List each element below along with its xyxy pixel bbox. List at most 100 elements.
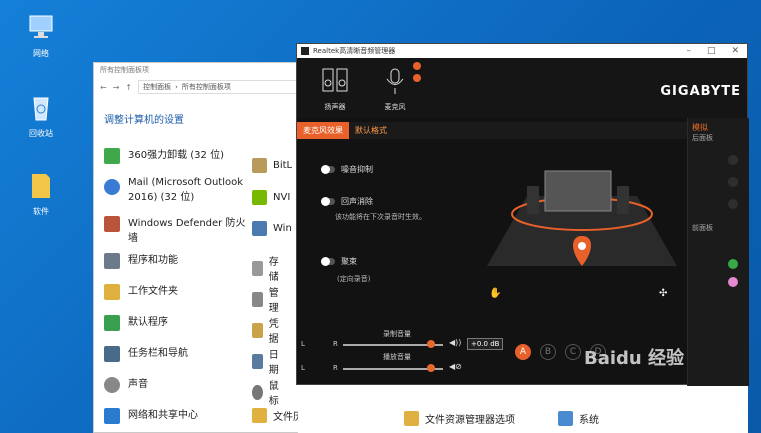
- breadcrumb-item[interactable]: 控制面板: [143, 82, 171, 92]
- network-icon: [29, 15, 53, 38]
- control-panel-item[interactable]: 日期: [252, 346, 283, 376]
- option-label: 噪音抑制: [341, 165, 373, 174]
- minimize-icon[interactable]: –: [686, 46, 691, 56]
- item-label: 程序和功能: [128, 255, 178, 266]
- navigation-bar: ← → ↑ 控制面板 › 所有控制面板项: [94, 77, 312, 97]
- preset-c-button[interactable]: C: [565, 344, 581, 360]
- item-label: 网络和共享中心: [128, 410, 198, 421]
- item-label: 存储: [268, 257, 279, 283]
- microphone-icon: [386, 68, 404, 94]
- folder-icon: [32, 174, 50, 198]
- room-illustration: [487, 170, 677, 266]
- control-panel-item[interactable]: 鼠标: [252, 377, 283, 407]
- system-icon: [558, 410, 573, 426]
- close-icon[interactable]: ✕: [731, 46, 739, 56]
- toggle-switch[interactable]: [321, 165, 335, 174]
- preset-a-button[interactable]: A: [515, 344, 531, 360]
- maximize-icon[interactable]: □: [707, 46, 716, 56]
- item-label: 管理: [268, 288, 279, 314]
- default-programs-icon: [104, 315, 120, 331]
- mute-icon[interactable]: ◀⊘: [449, 362, 462, 371]
- uninstall-icon: [104, 148, 120, 164]
- toggle-switch[interactable]: [321, 197, 335, 206]
- page-title: 调整计算机的设置: [104, 115, 184, 126]
- slider-knob[interactable]: [427, 364, 435, 372]
- item-label: 任务栏和导航: [128, 348, 188, 359]
- jack-icon[interactable]: [728, 177, 738, 187]
- bitlocker-icon: [252, 158, 267, 173]
- desktop-icon-label: 网络: [33, 49, 49, 58]
- item-label: 默认程序: [128, 317, 168, 328]
- forward-arrow-icon[interactable]: →: [113, 83, 120, 92]
- desktop-icon-network[interactable]: 网络: [18, 12, 64, 59]
- record-volume-label: 录制音量: [383, 330, 411, 338]
- toggle-switch[interactable]: [321, 257, 335, 266]
- item-label: 360强力卸载 (32 位): [128, 150, 224, 161]
- db-display: +0.0 dB: [467, 338, 504, 350]
- control-panel-item[interactable]: 存储: [252, 253, 283, 283]
- jack-pink-icon[interactable]: [728, 277, 738, 287]
- control-panel-item[interactable]: Win: [252, 221, 292, 236]
- desktop-icon-software[interactable]: 软件: [18, 170, 64, 217]
- item-label: 文件资源管理器选项: [425, 414, 515, 426]
- item-label: Win: [273, 223, 292, 234]
- admin-tools-icon: [252, 291, 263, 307]
- beamforming-option[interactable]: 聚束: [321, 256, 357, 267]
- preset-b-button[interactable]: B: [540, 344, 556, 360]
- front-panel-label: 前面板: [692, 224, 713, 232]
- back-arrow-icon[interactable]: ←: [100, 83, 107, 92]
- right-channel-label: R: [333, 364, 338, 372]
- control-panel-item[interactable]: 管理: [252, 284, 283, 314]
- date-time-icon: [252, 353, 263, 369]
- back-panel-label: 后面板: [692, 134, 713, 142]
- settings-badge-icon[interactable]: [413, 74, 421, 82]
- control-panel-window: 所有控制面板项 ← → ↑ 控制面板 › 所有控制面板项 调整计算机的设置 36…: [93, 62, 362, 433]
- window-titlebar: 所有控制面板项: [94, 63, 312, 77]
- item-label: 声音: [128, 379, 148, 390]
- slider-knob[interactable]: [427, 340, 435, 348]
- tab-bar: 麦克风效果 默认格式: [297, 122, 687, 139]
- item-label: 工作文件夹: [128, 286, 178, 297]
- address-bar[interactable]: 控制面板 › 所有控制面板项: [138, 80, 306, 94]
- jack-green-icon[interactable]: [728, 259, 738, 269]
- option-note: (定向录音): [337, 275, 371, 283]
- speaker-icon: [322, 68, 348, 92]
- device-speaker[interactable]: 扬声器: [315, 66, 355, 112]
- network-sharing-icon: [104, 408, 120, 424]
- window-title: 所有控制面板项: [100, 66, 149, 74]
- noise-suppression-option[interactable]: 噪音抑制: [321, 164, 373, 175]
- device-label: 扬声器: [324, 103, 346, 111]
- window-titlebar: Realtek高清晰音频管理器 – □ ✕: [297, 44, 747, 58]
- device-bar: 扬声器 麦克风 GIGABYTE: [297, 58, 747, 118]
- breadcrumb-item[interactable]: 所有控制面板项: [182, 82, 231, 92]
- control-panel-item[interactable]: NVI: [252, 190, 291, 205]
- left-channel-label: L: [301, 340, 305, 348]
- playback-volume-label: 播放音量: [383, 353, 411, 361]
- watermark-url: jingyan.baidu.com: [606, 402, 680, 411]
- volume-icon[interactable]: ◀)): [449, 338, 461, 347]
- work-folders-icon: [104, 284, 120, 300]
- hands-icon[interactable]: ✋: [489, 288, 501, 299]
- file-history-icon: [252, 408, 267, 423]
- device-microphone[interactable]: 麦克风: [375, 66, 415, 112]
- folder-options-icon: [404, 410, 419, 426]
- brand-logo: GIGABYTE: [660, 84, 741, 99]
- settings-badge-icon[interactable]: [413, 62, 421, 70]
- fan-icon[interactable]: ✣: [659, 288, 667, 299]
- tab-default-format[interactable]: 默认格式: [349, 122, 393, 139]
- echo-cancellation-option[interactable]: 回声消除: [321, 196, 373, 207]
- item-label: BitL: [273, 160, 293, 171]
- control-panel-item[interactable]: BitL: [252, 158, 293, 173]
- realtek-window: Realtek高清晰音频管理器 – □ ✕ 扬声器 麦克风 GIGABYTE 麦…: [296, 43, 749, 386]
- jack-icon[interactable]: [728, 199, 738, 209]
- firewall-icon: [104, 216, 120, 232]
- desktop-icon-recycle-bin[interactable]: 回收站: [18, 92, 64, 139]
- window-title: Realtek高清晰音频管理器: [313, 47, 396, 55]
- control-panel-item[interactable]: 文件资源管理器选项: [298, 385, 558, 433]
- sound-icon: [104, 377, 120, 393]
- jack-icon[interactable]: [728, 155, 738, 165]
- control-panel-item[interactable]: 凭据: [252, 315, 283, 345]
- item-label: 鼠标: [268, 381, 279, 407]
- tab-mic-effects[interactable]: 麦克风效果: [297, 122, 349, 139]
- up-arrow-icon[interactable]: ↑: [125, 83, 132, 92]
